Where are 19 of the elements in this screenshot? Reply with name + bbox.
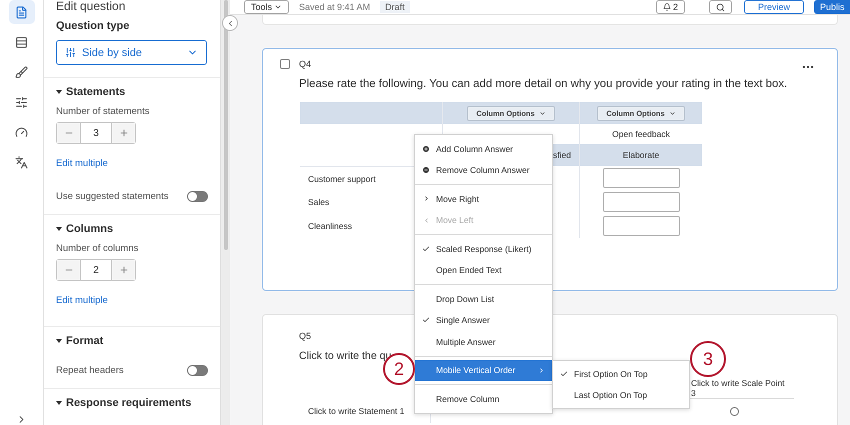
scale-point-header: Click to write Scale Point 3 xyxy=(691,378,786,398)
column-header: Open feedback xyxy=(612,129,670,139)
toggle-label: Repeat headers xyxy=(56,365,124,376)
statement-label: Cleanliness xyxy=(308,221,352,231)
field-label: Question type xyxy=(55,19,130,34)
column-header: Elaborate xyxy=(622,150,660,160)
statement-label: Click to write Statement 1 xyxy=(308,406,404,416)
statement-label: Customer support xyxy=(308,174,376,184)
status-badge: Draft xyxy=(380,1,410,13)
field-label: Number of columns xyxy=(56,243,140,254)
panel-title: Edit question xyxy=(55,0,126,14)
question-number: Q5 xyxy=(299,331,312,341)
toggle-label: Use suggested statements xyxy=(56,191,168,202)
question-number: Q4 xyxy=(299,59,312,69)
field-label: Number of statements xyxy=(56,106,150,117)
statement-label: Sales xyxy=(308,197,330,207)
question-text: Please rate the following. You can add more detail on why you provide your rating in the text box. xyxy=(299,78,788,90)
column-header: sfied xyxy=(553,150,571,160)
saved-status: Saved at 9:41 AM xyxy=(299,2,370,12)
